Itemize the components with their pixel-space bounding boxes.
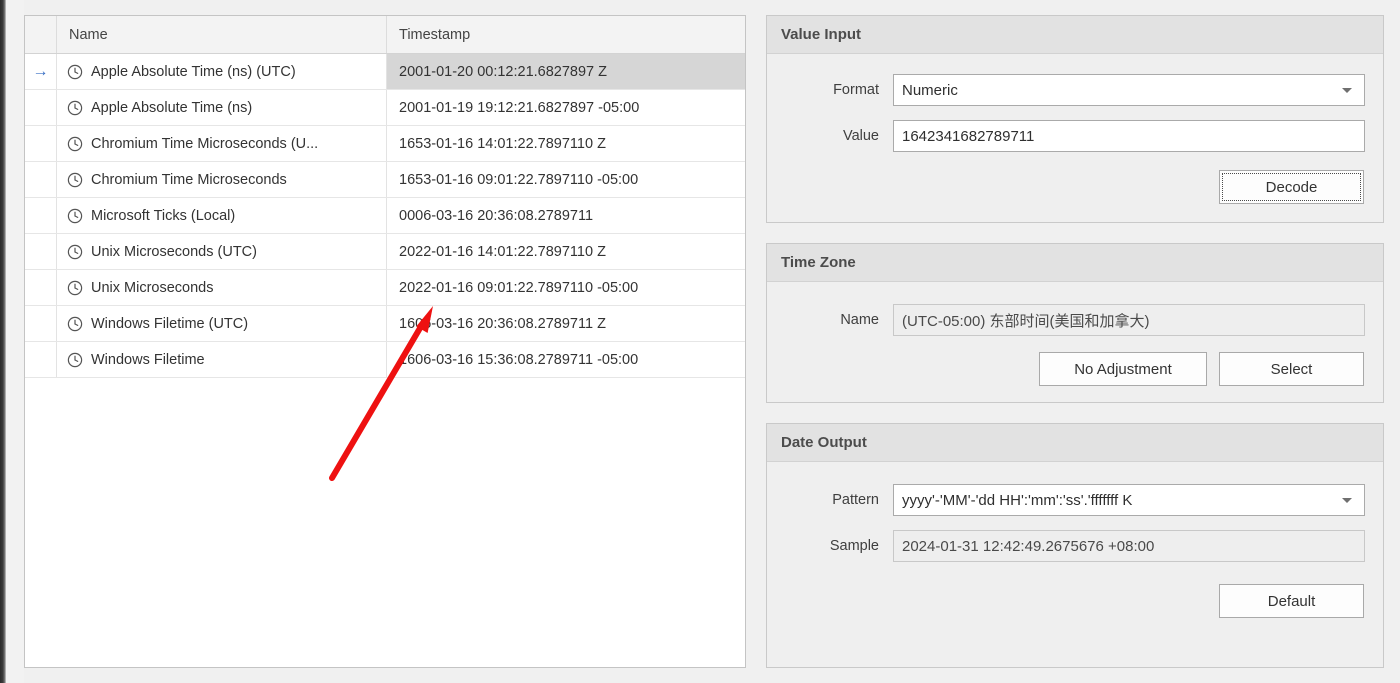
format-selected-value: Numeric <box>902 81 958 99</box>
value-field-row: Value 1642341682789711 <box>767 120 1383 152</box>
cell-name-text: Chromium Time Microseconds (U... <box>91 135 319 152</box>
pattern-value: yyyy'-'MM'-'dd HH':'mm':'ss'.'fffffff K <box>902 491 1133 509</box>
value-input-group: Value Input Format Numeric Value 1642341… <box>766 15 1384 223</box>
value-input-field[interactable]: 1642341682789711 <box>893 120 1365 152</box>
row-indicator-cell <box>25 234 57 269</box>
decode-button[interactable]: Decode <box>1219 170 1364 204</box>
pattern-field-row: Pattern yyyy'-'MM'-'dd HH':'mm':'ss'.'ff… <box>767 484 1383 516</box>
row-indicator-cell <box>25 162 57 197</box>
column-header-timestamp[interactable]: Timestamp <box>387 16 745 53</box>
table-row[interactable]: Unix Microseconds 2022-01-16 09:01:22.789… <box>25 270 745 306</box>
table-row[interactable]: Chromium Time Microseconds (U... 1653-01-… <box>25 126 745 162</box>
cell-name[interactable]: Apple Absolute Time (ns) (UTC) <box>57 54 387 89</box>
time-zone-group: Time Zone Name (UTC-05:00) 东部时间(美国和加拿大) … <box>766 243 1384 403</box>
cell-timestamp[interactable]: 2001-01-20 00:12:21.6827897 Z <box>387 54 745 89</box>
row-indicator-cell <box>25 270 57 305</box>
cell-name-text: Apple Absolute Time (ns) (UTC) <box>91 63 296 80</box>
date-output-body: Pattern yyyy'-'MM'-'dd HH':'mm':'ss'.'ff… <box>767 484 1383 618</box>
clock-icon <box>67 280 83 295</box>
table-row[interactable]: Microsoft Ticks (Local) 0006-03-16 20:36:… <box>25 198 745 234</box>
cell-name-text: Apple Absolute Time (ns) <box>91 99 253 116</box>
select-timezone-button[interactable]: Select <box>1219 352 1364 386</box>
cell-name[interactable]: Unix Microseconds (UTC) <box>57 234 387 269</box>
row-indicator-cell <box>25 126 57 161</box>
clock-icon <box>67 352 83 367</box>
timestamp-results-grid[interactable]: Name Timestamp → Apple Absolute Time (ns)… <box>24 15 746 668</box>
cell-name-text: Microsoft Ticks (Local) <box>91 207 236 224</box>
value-label: Value <box>842 128 879 144</box>
cell-timestamp[interactable]: 2022-01-16 09:01:22.7897110 -05:00 <box>387 270 745 305</box>
time-zone-title: Time Zone <box>767 244 1383 282</box>
table-row[interactable]: Windows Filetime (UTC) 1606-03-16 20:36:0… <box>25 306 745 342</box>
row-indicator-cell: → <box>25 54 57 89</box>
decode-button-row: Decode <box>767 170 1383 204</box>
cell-timestamp[interactable]: 2001-01-19 19:12:21.6827897 -05:00 <box>387 90 745 125</box>
date-output-title: Date Output <box>767 424 1383 462</box>
cell-name-text: Windows Filetime (UTC) <box>91 315 249 332</box>
cell-name[interactable]: Chromium Time Microseconds (U... <box>57 126 387 161</box>
cell-timestamp[interactable]: 1606-03-16 15:36:08.2789711 -05:00 <box>387 342 745 377</box>
timezone-name-field-row: Name (UTC-05:00) 东部时间(美国和加拿大) <box>767 304 1383 336</box>
date-output-group: Date Output Pattern yyyy'-'MM'-'dd HH':'… <box>766 423 1384 668</box>
clock-icon <box>67 136 83 151</box>
cell-timestamp[interactable]: 1653-01-16 14:01:22.7897110 Z <box>387 126 745 161</box>
row-indicator-cell <box>25 342 57 377</box>
clock-icon <box>67 208 83 223</box>
cell-name[interactable]: Apple Absolute Time (ns) <box>57 90 387 125</box>
table-row[interactable]: Windows Filetime 1606-03-16 15:36:08.2789… <box>25 342 745 378</box>
table-row[interactable]: Chromium Time Microseconds 1653-01-16 09:… <box>25 162 745 198</box>
cell-name[interactable]: Windows Filetime <box>57 342 387 377</box>
timezone-buttons-row: No Adjustment Select <box>767 352 1383 386</box>
pattern-combobox[interactable]: yyyy'-'MM'-'dd HH':'mm':'ss'.'fffffff K <box>893 484 1365 516</box>
cell-timestamp[interactable]: 0006-03-16 20:36:08.2789711 <box>387 198 745 233</box>
timezone-name-field[interactable]: (UTC-05:00) 东部时间(美国和加拿大) <box>893 304 1365 336</box>
cell-timestamp[interactable]: 2022-01-16 14:01:22.7897110 Z <box>387 234 745 269</box>
time-zone-body: Name (UTC-05:00) 东部时间(美国和加拿大) No Adjustm… <box>767 304 1383 386</box>
default-pattern-button[interactable]: Default <box>1219 584 1364 618</box>
cell-name-text: Chromium Time Microseconds <box>91 171 287 188</box>
column-header-name[interactable]: Name <box>57 16 387 53</box>
cell-timestamp[interactable]: 1653-01-16 09:01:22.7897110 -05:00 <box>387 162 745 197</box>
grid-header-row: Name Timestamp <box>25 16 745 54</box>
chevron-down-icon[interactable] <box>1342 87 1352 93</box>
sample-label: Sample <box>829 538 879 554</box>
format-field-row: Format Numeric <box>767 74 1383 106</box>
value-input-title: Value Input <box>767 16 1383 54</box>
cell-timestamp[interactable]: 1606-03-16 20:36:08.2789711 Z <box>387 306 745 341</box>
clock-icon <box>67 244 83 259</box>
row-indicator-cell <box>25 90 57 125</box>
cell-name-text: Windows Filetime <box>91 351 205 368</box>
format-combobox[interactable]: Numeric <box>893 74 1365 106</box>
no-adjustment-button[interactable]: No Adjustment <box>1039 352 1207 386</box>
cell-name[interactable]: Microsoft Ticks (Local) <box>57 198 387 233</box>
chevron-down-icon[interactable] <box>1342 497 1352 503</box>
row-indicator-cell <box>25 198 57 233</box>
timezone-name-label: Name <box>840 312 879 328</box>
table-row[interactable]: Apple Absolute Time (ns) 2001-01-19 19:12… <box>25 90 745 126</box>
default-button-row: Default <box>767 584 1383 618</box>
current-row-arrow-icon: → <box>32 62 49 80</box>
sample-field[interactable]: 2024-01-31 12:42:49.2675676 +08:00 <box>893 530 1365 562</box>
cell-name[interactable]: Windows Filetime (UTC) <box>57 306 387 341</box>
cell-name[interactable]: Chromium Time Microseconds <box>57 162 387 197</box>
value-input-body: Format Numeric Value 1642341682789711 De… <box>767 74 1383 204</box>
window-left-gap <box>6 0 24 683</box>
format-label: Format <box>833 82 879 98</box>
table-row[interactable]: → Apple Absolute Time (ns) (UTC) 2001-01-2… <box>25 54 745 90</box>
cell-name-text: Unix Microseconds <box>91 279 214 296</box>
grid-body: → Apple Absolute Time (ns) (UTC) 2001-01-2… <box>25 54 745 378</box>
row-indicator-cell <box>25 306 57 341</box>
clock-icon <box>67 100 83 115</box>
grid-header-indicator-cell <box>25 16 57 53</box>
cell-name-text: Unix Microseconds (UTC) <box>91 243 257 260</box>
cell-name[interactable]: Unix Microseconds <box>57 270 387 305</box>
pattern-label: Pattern <box>832 492 879 508</box>
clock-icon <box>67 172 83 187</box>
sample-field-row: Sample 2024-01-31 12:42:49.2675676 +08:0… <box>767 530 1383 562</box>
app-window: Name Timestamp → Apple Absolute Time (ns)… <box>0 0 1400 683</box>
clock-icon <box>67 316 83 331</box>
table-row[interactable]: Unix Microseconds (UTC) 2022-01-16 14:01:… <box>25 234 745 270</box>
clock-icon <box>67 64 83 79</box>
